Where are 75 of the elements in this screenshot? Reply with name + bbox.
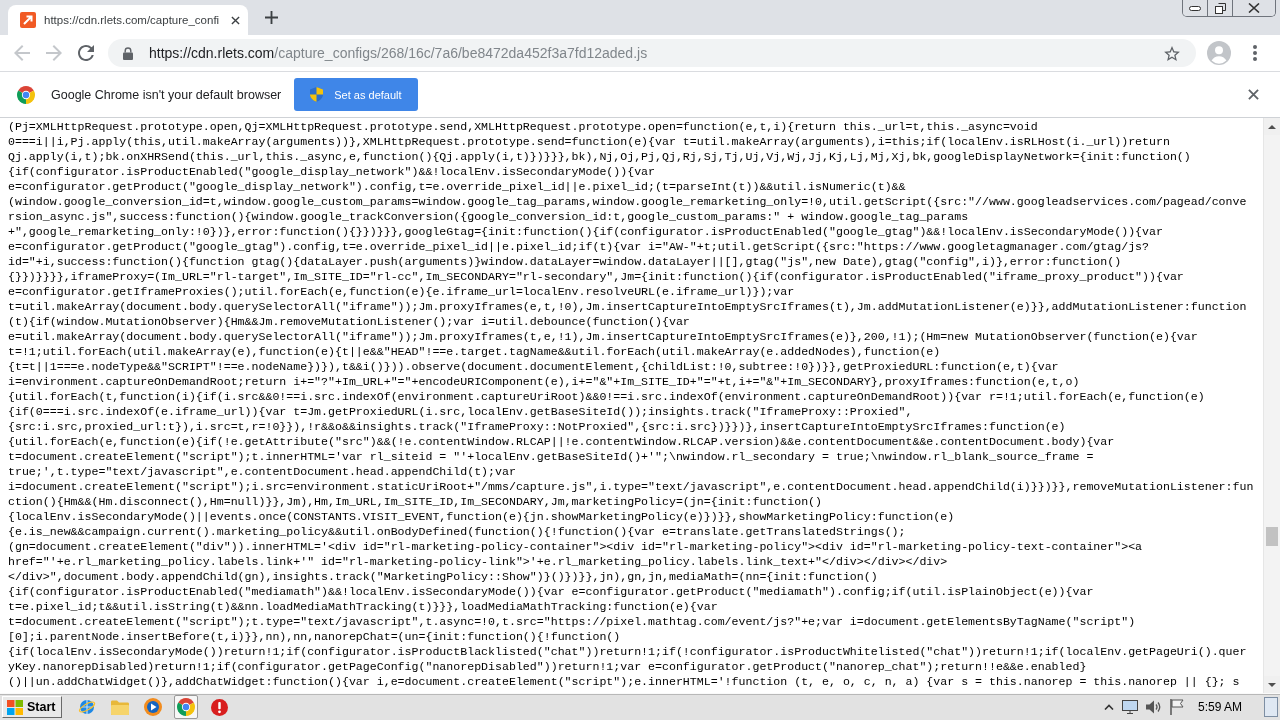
code-line: {util.forEach(t,function(i){if(i.src&&0!==i.src.indexOf(environment.captureUriRoot)&&0!==i.src.indexOf(environment.captureOnDemandRoot)){var r=!1;util.forEach(e,function(e) <box>8 389 1206 404</box>
code-line: {src:i.src,proxied_url:t}),i.src=t,r=!0}}),!r&&o&&insights.track("IframeProxy::NotProxied",{src:i.src})}})},insertCaptureIntoEmptySrcIframes:function(e) <box>8 419 1067 434</box>
code-line: true;',t.type="text/javascript",e.contentDocument.head.appendChild(t);var <box>8 464 517 479</box>
code-line: [0];i.parentNode.insertBefore(t,i)}},nn),nn,nanorepChat=(un={init:function(){!function() <box>8 629 622 644</box>
code-line: {localEnv.isSecondaryMode()||events.once(CONSTANTS.VISIT_EVENT,function(e){jn.showMarketingPolicy(e)})}},showMarketingPolicy:function(e) <box>8 509 956 524</box>
up-triangle-icon <box>1268 124 1276 129</box>
clock-time[interactable]: 5:59 AM <box>1197 700 1242 714</box>
forward-arrow-icon <box>46 45 62 61</box>
taskbar-app-button[interactable] <box>174 695 199 719</box>
minimize-icon <box>1189 5 1201 11</box>
code-line: t=document.createElement("script");t.type="text/javascript",t.async=!0,t.src="https://pixel.mathtag.com/event/js?"+e;var i=document.getElementsByTagName("script") <box>8 614 1137 629</box>
code-line: {if(configurator.isProductEnabled("mediamath")&&!localEnv.isSecondaryMode()){var e=configurator.getProduct("mediamath").config;if(util.isPlainObject(e)){var <box>8 584 1095 599</box>
code-line: ()||un.addChatWidget()},addChatWidget:function(){var i,e=document.createElement("script");e.innerHTML='!function (t, e, o, c, n, a) {var s = this.nanorep = this.nanorep || {}; s <box>8 674 1241 689</box>
close-icon <box>1247 89 1259 100</box>
play-icon <box>144 698 163 716</box>
code-line: i=environment.captureOnDemandRoot;return i+="?"+Im_URL+"="+encodeURIComponent(e),i+="&"+Im_SITE_ID+"="+t,i+="&"+Im_SECONDARY},proxyIframes:function(e,t,o) <box>8 374 1081 389</box>
address-bar[interactable]: https://cdn.rlets.com/capture_configs/268/16c/7a6/be8472da452f3a7fd12aded.js <box>108 39 1196 67</box>
speaker-icon[interactable] <box>1145 700 1162 714</box>
start-button[interactable]: Start <box>2 696 63 718</box>
lock-icon <box>123 46 133 60</box>
code-line: {t=t||1===e.nodeType&&"SCRIPT"!==e.nodeName})}),t&&i()})).observe(document.documentElement,{childList:!0,subtree:!0})}},getProxiedURL:function(e,t){var <box>8 359 1060 374</box>
code-line: t=document.createElement("script");t.innerHTML='var rl_siteid = "'+localEnv.getBaseSiteId()+'";\nwindow.rl_secondary = true;\nwindow.rl_blank_source_frame = <box>8 449 1095 464</box>
chevron-up-icon[interactable] <box>1103 704 1114 710</box>
code-line: {if(localEnv.isSecondaryMode())return!1;if(configurator.isProductBlacklisted("chat"))return!1;if(!configurator.isProductWhitelisted("chat"))return!1;if(localEnv.getPageUri().quer <box>8 644 1248 659</box>
set-default-button[interactable]: Set as default <box>294 78 418 111</box>
code-line: (window.google_conversion_id=t,window.google_custom_params=window.google_tag_params,window.google_remarketing_only=!0,util.getScript({src:"//www.googleadservices.com/pagead/conve <box>8 194 1248 209</box>
code-line: {if(configurator.isProductEnabled("google_display_network")&&!localEnv.isSecondaryMode()){var <box>8 164 657 179</box>
code-line: yKey.nanorepDisabled)return!1;if(configurator.getPageConfig("nanorepDisabled"))return!1;var e=configurator.getProduct("nanorep_chat");return!!e&&e.enabled} <box>8 659 1088 674</box>
favicon-icon <box>20 12 36 28</box>
close-icon <box>230 15 240 25</box>
code-line: e=configurator.getProduct("google_display_network").config,t=e.override_pixel_id||e.pixel_id;(t=parseInt(t))&&util.isNumeric(t)&& <box>8 179 907 194</box>
code-line: t=!1;util.forEach(util.makeArray(e),function(e){t||e&&"HEAD"!==e.target.tagName&&util.forEach(util.makeArray(e.addedNodes),function(e) <box>8 344 942 359</box>
flag-icon[interactable] <box>1169 699 1184 715</box>
code-line: </div>",document.body.appendChild(gn),insights.track("MarketingPolicy::Show")}()})}},jn),gn,jn,mediaMath=(nn={init:function() <box>8 569 879 584</box>
scrollbar-thumb[interactable] <box>1266 527 1278 546</box>
windows-logo-icon <box>7 699 23 715</box>
code-line: i=document.createElement("script");i.src=environment.staticUriRoot+"/mms/capture.js",i.type="text/javascript",e.contentDocument.head.appendChild(i)}})}},removeMutationListener:fun <box>8 479 1255 494</box>
infobar-message: Google Chrome isn't your default browser <box>51 87 282 102</box>
back-arrow-icon <box>14 45 30 61</box>
browser-tab[interactable]: https://cdn.rlets.com/capture_confi <box>8 5 248 35</box>
code-line: {if(0===i.src.indexOf(e.iframe_url)){var t=Jm.getProxiedURL(i.src,localEnv.getBaseSiteId());insights.track("IframeProxy::Proxied", <box>8 404 914 419</box>
close-icon <box>1248 3 1260 13</box>
reload-icon <box>78 45 94 61</box>
globe-orbit-icon <box>78 698 97 716</box>
shield-icon <box>310 87 324 102</box>
code-line: {}})}}}},iframeProxy=(Im_URL="rl-target",Im_SITE_ID="rl-cc",Im_SECONDARY="rl-secondary",Jm={init:function(){if(configurator.isProductEnabled("iframe_proxy_product")){var <box>8 269 1185 284</box>
code-line: rsion_async.js",success:function(){window.google_trackConversion({google_conversion_id:t,google_custom_params:" + window.google_tag_params <box>8 209 970 224</box>
code-line: (t){if(window.MutationObserver){Hm&&Jm.removeMutationListener();var i=util.debounce(function(){var <box>8 314 691 329</box>
down-triangle-icon <box>1268 682 1276 687</box>
code-line: +",google_remarketing_only:!0})},error:function(){}})}}},googleGtag={init:function(){if(configurator.isProductEnabled("google_gtag")&&!localEnv.isSecondaryMode()){var <box>8 224 1164 239</box>
restore-icon <box>1214 2 1226 14</box>
star-icon <box>1164 45 1180 61</box>
code-line: (gn=document.createElement("div")).innerHTML='<div id="rl-marketing-policy-container"><div id="rl-marketing-policy"><div id="rl-marketing-policy-text-container"><a <box>8 539 1144 554</box>
code-line: id="+i,success:function(){function gtag(){dataLayer.push(arguments)}window.dataLayer=window.dataLayer||[],gtag("js",new Date),gtag("config",i)},error:function() <box>8 254 1123 269</box>
code-line: e=configurator.getIframeProxies();util.forEach(e,function(e){e.iframe_url=localEnv.resolveURL(e.iframe_url)});var <box>8 284 796 299</box>
code-line: e=configurator.getProduct("google_gtag").config,t=e.override_pixel_id||e.pixel_id;if(t){var i="AW-"+t;util.getScript({src:"https://www.googletagmanager.com/gtag/js? <box>8 239 1150 254</box>
code-line: 0===i||i,Pj.apply(this,util.makeArray(arguments))},XMLHttpRequest.prototype.send=function(e){var t=util.makeArray(arguments),i=this;if(localEnv.isRLHost(i._url))return <box>8 134 1171 149</box>
code-line: t=e.pixel_id;t&&util.isString(t)&&nn.loadMediaMathTracking(t)}}},loadMediaMathTracking:function(e){var <box>8 599 719 614</box>
code-line: href="'+e.rl_marketing_policy.labels.link+'" id="rl-marketing-policy-link">'+e.rl_marketing_policy.labels.link_text+"</div></div></div> <box>8 554 949 569</box>
code-line: Qj.apply(i,t);bk.onXHRSend(this._url,this._async,e,function(){Qj.apply(i,t)})}}},bk),Nj,Oj,Pj,Qj,Rj,Sj,Tj,Uj,Vj,Wj,Jj,Kj,Lj,Mj,Xj,bk,googleDisplayNetwork={init:function() <box>8 149 1192 164</box>
browser-logo-icon <box>17 85 35 104</box>
menu-icon <box>1253 45 1257 61</box>
minimize-button[interactable] <box>1183 0 1208 16</box>
code-line: ction(){Hm&&(Hm.disconnect(),Hm=null)}},Jm),Hm,Im_URL,Im_SITE_ID,Im_SECONDARY,Jm,marketingPolicy=(jn={init:function() <box>8 494 823 509</box>
browser-logo-icon <box>177 698 196 716</box>
plus-icon <box>264 11 278 24</box>
code-line: t=util.makeArray(document.body.querySelectorAll("iframe"));Jm.proxyIframes(e,t,!0),Jm.insertCaptureIntoEmptySrcIframes(t),Jm.addMutationListener(e)}},addMutationListener:function <box>8 299 1248 314</box>
folder-icon <box>111 699 130 715</box>
code-line: e=util.makeArray(document.body.querySelectorAll("iframe"));Jm.proxyIframes(t,e,!1),Jm.insertCaptureIntoEmptySrcIframes(e)},200,!1);(Hm=new MutationObserver(function(e){var <box>8 329 1199 344</box>
code-line: {e.is_new&&campaign.current().marketing_policy&&util.onBodyDefined(function(){!function(){var e=translate.getTranslatedStrings(); <box>8 524 907 539</box>
avatar-icon <box>1207 41 1231 65</box>
code-line: (Pj=XMLHttpRequest.prototype.open,Qj=XMLHttpRequest.prototype.send,XMLHttpRequest.prototype.open=function(e,t,i){return this._url=t,this._async=void <box>8 119 1039 134</box>
code-line: {util.forEach(e,function(e){if(!e.getAttribute("src")&&(!e.contentWindow.RLCAP||!e.contentWindow.RLCAP.version)&&e.contentDocument&&e.contentDocument.body){var <box>8 434 1116 449</box>
alert-icon <box>211 698 228 716</box>
network-icon[interactable] <box>1121 700 1138 714</box>
